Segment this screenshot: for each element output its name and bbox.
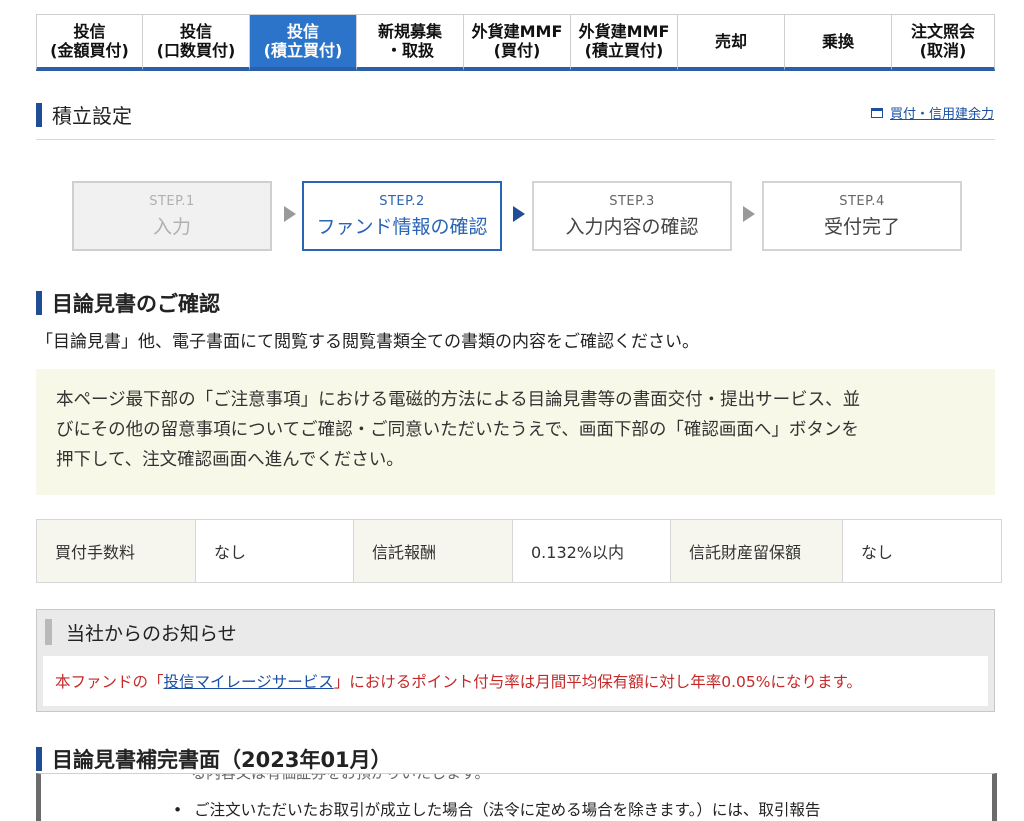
prospectus-title: 目論見書のご確認: [52, 292, 220, 316]
step-label: ファンド情報の確認: [316, 216, 488, 238]
notice-text: 」におけるポイント付与率は月間平均保有額に対し年率0.05%になります。: [333, 673, 862, 691]
step-arrow-icon: [284, 206, 296, 222]
notice-line: 本ページ最下部の「ご注意事項」における電磁的方法による目論見書等の書面交付・提出…: [56, 390, 861, 410]
page-heading: 積立設定: [36, 100, 132, 129]
window-icon: [870, 107, 883, 118]
step-number: STEP.3: [609, 194, 655, 209]
consent-notice: 本ページ最下部の「ご注意事項」における電磁的方法による目論見書等の書面交付・提出…: [36, 369, 995, 495]
supplement-document[interactable]: る内容又は有価証券をお預かりいたします。 • ご注文いただいたお取引が成立した場合…: [36, 773, 997, 821]
tab-fund-amount-purchase[interactable]: 投信 (金額買付): [36, 15, 143, 71]
trust-fee-label: 信託報酬: [354, 520, 513, 582]
step-arrow-icon: [743, 206, 755, 222]
tab-sell[interactable]: 売却: [678, 15, 785, 71]
company-notice-title: 当社からのお知らせ: [66, 622, 237, 645]
notice-text: 本ファンドの「: [55, 673, 164, 691]
page-title: 積立設定: [52, 104, 132, 128]
prospectus-heading: 目論見書のご確認: [36, 288, 220, 318]
step-4: STEP.4 受付完了: [762, 181, 962, 251]
reserve-value: なし: [843, 520, 1001, 582]
step-arrow-icon: [513, 206, 525, 222]
heading-marker: [36, 747, 42, 771]
purchase-fee-label: 買付手数料: [37, 520, 196, 582]
tab-foreign-mmf-purchase[interactable]: 外貨建MMF (買付): [464, 15, 571, 71]
tab-foreign-mmf-accumulation[interactable]: 外貨建MMF (積立買付): [571, 15, 678, 71]
trust-fee-value: 0.132%以内: [513, 520, 671, 582]
step-3: STEP.3 入力内容の確認: [532, 181, 732, 251]
document-text: る内容又は有価証券をお預かりいたします。: [191, 773, 490, 782]
tab-new-offering[interactable]: 新規募集 ・取扱: [357, 15, 464, 71]
heading-marker: [45, 619, 52, 645]
prospectus-intro: 「目論見書」他、電子書面にて閲覧する閲覧書類全ての書類の内容をご確認ください。: [36, 332, 699, 352]
supplement-title: 目論見書補完書面（2023年01月）: [52, 748, 392, 772]
step-2: STEP.2 ファンド情報の確認: [302, 181, 502, 251]
company-notice-header: 当社からのお知らせ: [37, 610, 994, 654]
fee-table: 買付手数料 なし 信託報酬 0.132%以内 信託財産留保額 なし: [36, 519, 1002, 583]
reserve-label: 信託財産留保額: [671, 520, 843, 582]
buying-power-link-label: 買付・信用建余力: [889, 107, 994, 122]
step-number: STEP.2: [379, 194, 425, 209]
notice-line: 押下して、注文確認画面へ進んでください。: [56, 450, 404, 470]
step-1: STEP.1 入力: [72, 181, 272, 251]
step-number: STEP.1: [149, 194, 195, 209]
step-label: 入力内容の確認: [565, 216, 699, 238]
notice-line: びにその他の留意事項についてご確認・ご同意いただいたうえで、画面下部の「確認画面…: [56, 420, 859, 440]
mileage-service-link[interactable]: 投信マイレージサービス: [164, 670, 334, 692]
document-text: ご注文いただいたお取引が成立した場合（法令に定める場合を除きます。）には、取引報…: [194, 801, 821, 819]
company-notice-box: 当社からのお知らせ 本ファンドの「 投信マイレージサービス 」におけるポイント付与率…: [36, 609, 995, 712]
heading-marker: [36, 291, 42, 315]
document-bullet: • ご注文いただいたお取引が成立した場合（法令に定める場合を除きます。）には、取引…: [173, 798, 820, 820]
buying-power-link[interactable]: 買付・信用建余力: [870, 103, 994, 122]
heading-marker: [36, 102, 42, 127]
bullet-icon: •: [173, 801, 183, 819]
step-label: 受付完了: [823, 216, 900, 238]
tab-fund-accumulation[interactable]: 投信 (積立買付): [250, 15, 357, 71]
company-notice-body: 本ファンドの「 投信マイレージサービス 」におけるポイント付与率は月間平均保有額に対…: [43, 656, 988, 706]
step-label: 入力: [152, 216, 191, 238]
fund-order-tabs: 投信 (金額買付) 投信 (口数買付) 投信 (積立買付) 新規募集 ・取扱 外…: [36, 14, 995, 71]
tab-switch[interactable]: 乗換: [785, 15, 892, 71]
step-number: STEP.4: [839, 194, 885, 209]
tab-order-inquiry[interactable]: 注文照会 (取消): [892, 15, 995, 71]
supplement-heading: 目論見書補完書面（2023年01月）: [36, 744, 392, 774]
divider: [36, 139, 995, 140]
tab-fund-unit-purchase[interactable]: 投信 (口数買付): [143, 15, 250, 71]
purchase-fee-value: なし: [196, 520, 354, 582]
